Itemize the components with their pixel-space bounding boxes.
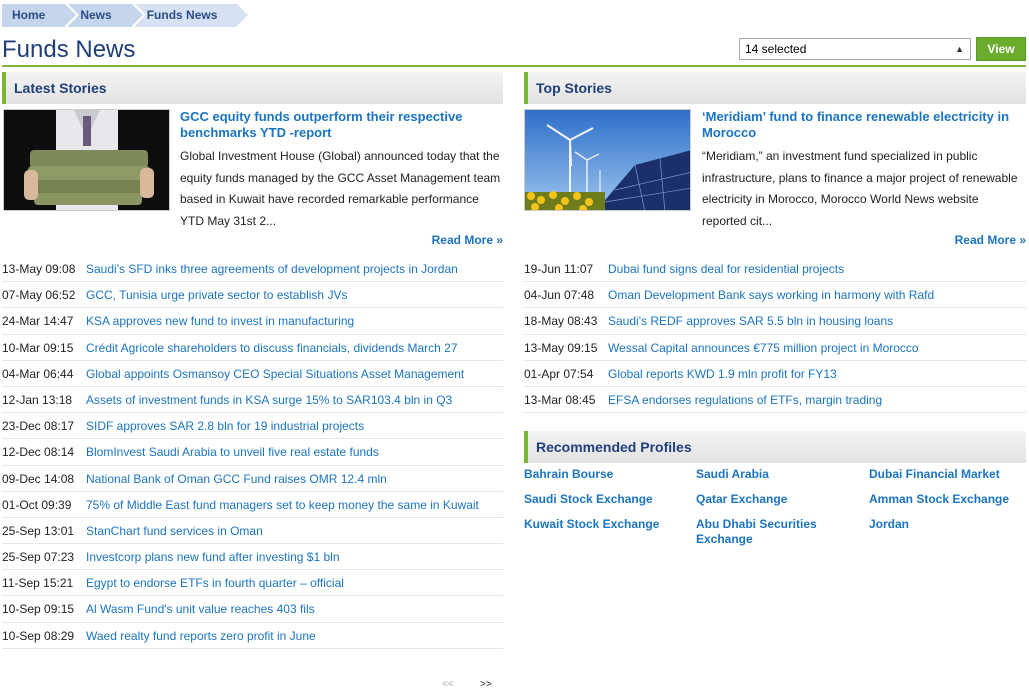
- top-stories-header: Top Stories: [524, 72, 1026, 104]
- sector-filter-select[interactable]: 14 selected ▲: [739, 38, 971, 60]
- news-date: 18-May 08:43: [524, 314, 598, 329]
- view-button[interactable]: View: [976, 37, 1026, 61]
- news-headline-link[interactable]: Egypt to endorse ETFs in fourth quarter …: [86, 576, 344, 590]
- profile-link[interactable]: Qatar Exchange: [696, 492, 856, 507]
- news-headline-link[interactable]: Wessal Capital announces €775 million pr…: [608, 341, 919, 355]
- news-list-item: 04-Jun 07:48 Oman Development Bank says w…: [524, 282, 1026, 309]
- pager-prev-button[interactable]: <<: [442, 679, 454, 690]
- news-date: 24-Mar 14:47: [2, 314, 74, 329]
- news-list-item: 25-Sep 07:23 Investcorp plans new fund af…: [2, 544, 503, 571]
- news-date: 12-Dec 08:14: [2, 445, 75, 460]
- title-divider: [2, 65, 1026, 67]
- news-list-item: 12-Dec 08:14 BlomInvest Saudi Arabia to u…: [2, 439, 503, 466]
- news-date: 10-Mar 09:15: [2, 340, 74, 355]
- top-stories-list: 19-Jun 11:07 Dubai fund signs deal for re…: [524, 256, 1026, 414]
- profile-link[interactable]: Bahrain Bourse: [524, 467, 684, 482]
- news-date: 04-Mar 06:44: [2, 366, 74, 381]
- news-date: 10-Sep 09:15: [2, 602, 75, 617]
- news-list-item: 10-Mar 09:15 Crédit Agricole shareholders…: [2, 335, 503, 361]
- top-featured-image[interactable]: [524, 109, 691, 211]
- news-headline-link[interactable]: 75% of Middle East fund managers set to …: [86, 498, 479, 512]
- news-headline-link[interactable]: EFSA endorses regulations of ETFs, margi…: [608, 393, 882, 407]
- news-date: 01-Apr 07:54: [524, 366, 594, 381]
- filter-selected-value: 14 selected: [745, 42, 807, 56]
- profile-link[interactable]: Saudi Stock Exchange: [524, 492, 684, 507]
- news-list-item: 01-Oct 09:39 75% of Middle East fund mana…: [2, 492, 503, 518]
- news-date: 13-May 09:15: [524, 340, 598, 355]
- news-list-item: 23-Dec 08:17 SIDF approves SAR 2.8 bln fo…: [2, 413, 503, 440]
- top-featured-title[interactable]: ‘Meridiam’ fund to finance renewable ele…: [702, 109, 1026, 141]
- news-headline-link[interactable]: StanChart fund services in Oman: [86, 524, 263, 538]
- news-headline-link[interactable]: BlomInvest Saudi Arabia to unveil five r…: [86, 445, 379, 459]
- news-headline-link[interactable]: Assets of investment funds in KSA surge …: [86, 393, 452, 407]
- news-list-item: 12-Jan 13:18 Assets of investment funds i…: [2, 387, 503, 414]
- news-date: 23-Dec 08:17: [2, 419, 75, 434]
- wind-solar-image: [525, 110, 690, 210]
- news-list-item: 07-May 06:52 GCC, Tunisia urge private se…: [2, 282, 503, 309]
- latest-stories-header: Latest Stories: [2, 72, 503, 104]
- profile-link[interactable]: Amman Stock Exchange: [869, 492, 1029, 507]
- pager-next-button[interactable]: >>: [480, 679, 492, 690]
- breadcrumb-home[interactable]: Home: [2, 4, 80, 27]
- news-list-item: 19-Jun 11:07 Dubai fund signs deal for re…: [524, 256, 1026, 283]
- news-date: 13-Mar 08:45: [524, 392, 596, 407]
- news-date: 01-Oct 09:39: [2, 497, 72, 512]
- profile-link[interactable]: Abu Dhabi Securities Exchange: [696, 517, 856, 547]
- news-list-item: 13-Mar 08:45 EFSA endorses regulations of…: [524, 387, 1026, 414]
- news-list-item: 01-Apr 07:54 Global reports KWD 1.9 mln p…: [524, 361, 1026, 387]
- news-headline-link[interactable]: SIDF approves SAR 2.8 bln for 19 industr…: [86, 419, 364, 433]
- news-list-item: 10-Sep 08:29 Waed realty fund reports zer…: [2, 623, 503, 649]
- breadcrumb: Home News Funds News: [2, 4, 252, 27]
- news-list-item: 25-Sep 13:01 StanChart fund services in O…: [2, 518, 503, 545]
- news-headline-link[interactable]: Crédit Agricole shareholders to discuss …: [86, 341, 458, 355]
- latest-featured-image[interactable]: [3, 109, 170, 211]
- select-arrows-icon: ▲: [955, 44, 964, 54]
- latest-stories-list: 13-May 09:08 Saudi's SFD inks three agree…: [2, 256, 503, 649]
- news-headline-link[interactable]: Waed realty fund reports zero profit in …: [86, 629, 316, 643]
- latest-read-more-link[interactable]: Read More »: [400, 233, 503, 247]
- profile-link[interactable]: Dubai Financial Market: [869, 467, 1029, 482]
- news-list-item: 10-Sep 09:15 Al Wasm Fund's unit value re…: [2, 596, 503, 623]
- news-headline-link[interactable]: Dubai fund signs deal for residential pr…: [608, 262, 844, 276]
- profile-link[interactable]: Jordan: [869, 517, 1029, 532]
- news-headline-link[interactable]: Saudi's REDF approves SAR 5.5 bln in hou…: [608, 314, 893, 328]
- news-list-item: 09-Dec 14:08 National Bank of Oman GCC Fu…: [2, 466, 503, 492]
- news-date: 13-May 09:08: [2, 262, 76, 276]
- news-date: 25-Sep 13:01: [2, 523, 75, 538]
- news-date: 19-Jun 11:07: [524, 262, 594, 276]
- news-headline-link[interactable]: KSA approves new fund to invest in manuf…: [86, 314, 354, 328]
- latest-featured-title[interactable]: GCC equity funds outperform their respec…: [180, 109, 502, 141]
- news-date: 07-May 06:52: [2, 288, 76, 303]
- profile-link[interactable]: Kuwait Stock Exchange: [524, 517, 684, 532]
- page-title: Funds News: [2, 36, 136, 63]
- top-read-more-link[interactable]: Read More »: [924, 233, 1026, 247]
- news-list-item: 13-May 09:15 Wessal Capital announces €77…: [524, 335, 1026, 361]
- news-list-item: 04-Mar 06:44 Global appoints Osmansoy CEO…: [2, 361, 503, 387]
- news-date: 25-Sep 07:23: [2, 550, 75, 565]
- news-date: 04-Jun 07:48: [524, 288, 595, 303]
- news-list-item: 13-May 09:08 Saudi's SFD inks three agree…: [2, 256, 503, 283]
- news-list-item: 11-Sep 15:21 Egypt to endorse ETFs in fou…: [2, 570, 503, 597]
- news-headline-link[interactable]: Investcorp plans new fund after investin…: [86, 550, 340, 564]
- news-headline-link[interactable]: GCC, Tunisia urge private sector to esta…: [86, 288, 347, 302]
- profile-link[interactable]: Saudi Arabia: [696, 467, 856, 482]
- news-headline-link[interactable]: Global reports KWD 1.9 mln profit for FY…: [608, 367, 837, 381]
- news-list-item: 24-Mar 14:47 KSA approves new fund to inv…: [2, 308, 503, 335]
- news-date: 09-Dec 14:08: [2, 471, 75, 486]
- recommended-profiles-header: Recommended Profiles: [524, 431, 1026, 463]
- latest-featured-summary: Global Investment House (Global) announc…: [180, 149, 501, 228]
- news-list-item: 18-May 08:43 Saudi's REDF approves SAR 5.…: [524, 308, 1026, 335]
- news-headline-link[interactable]: Oman Development Bank says working in ha…: [608, 288, 934, 302]
- top-featured-summary: “Meridiam,” an investment fund specializ…: [702, 149, 1018, 228]
- news-headline-link[interactable]: National Bank of Oman GCC Fund raises OM…: [86, 472, 387, 486]
- news-headline-link[interactable]: Al Wasm Fund's unit value reaches 403 fi…: [86, 602, 315, 616]
- news-headline-link[interactable]: Saudi's SFD inks three agreements of dev…: [86, 262, 458, 276]
- news-headline-link[interactable]: Global appoints Osmansoy CEO Special Sit…: [86, 367, 464, 381]
- news-date: 10-Sep 08:29: [2, 628, 75, 643]
- news-date: 12-Jan 13:18: [2, 392, 73, 407]
- breadcrumb-funds-news[interactable]: Funds News: [134, 4, 252, 27]
- money-stack-image: [4, 110, 169, 210]
- news-date: 11-Sep 15:21: [2, 576, 74, 591]
